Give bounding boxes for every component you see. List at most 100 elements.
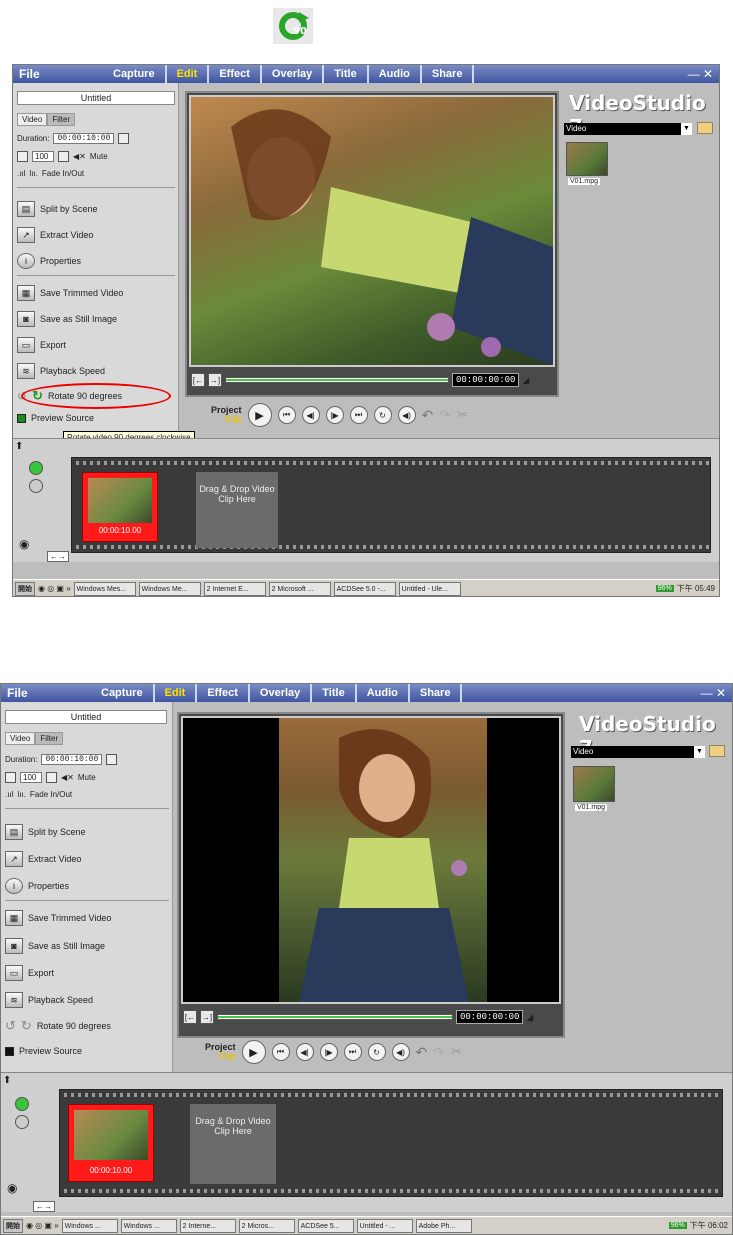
volume-field[interactable]: 100	[20, 772, 42, 783]
quick-launch-icons[interactable]: ◉ ◎ ▣ »	[26, 1221, 59, 1230]
volume-stepper[interactable]	[46, 772, 57, 783]
export-button[interactable]: ▭ Export	[17, 337, 66, 353]
fade-out-icon[interactable]: lıı.	[17, 790, 25, 799]
volume-button[interactable]: ◀)	[397, 406, 416, 424]
taskbar-item[interactable]: Windows ...	[120, 1218, 177, 1233]
taskbar-item[interactable]: Windows Mes...	[73, 581, 136, 596]
battery-indicator[interactable]: 96%	[655, 585, 674, 592]
duration-stepper[interactable]	[118, 133, 130, 144]
duration-field[interactable]: 00:00:10:00	[41, 754, 103, 765]
split-by-scene-button[interactable]: ▤ Split by Scene	[5, 824, 86, 840]
save-as-still-image-button[interactable]: ◙ Save as Still Image	[5, 938, 105, 954]
start-button[interactable]: 開始	[15, 581, 35, 596]
speaker-icon[interactable]	[17, 151, 28, 162]
trim-slider[interactable]	[225, 377, 449, 383]
redo-icon[interactable]: ↷	[433, 1044, 445, 1061]
tab-audio[interactable]: Audio	[369, 65, 422, 83]
timecode-display[interactable]: 00:00:00:00	[452, 373, 520, 387]
timecode-display[interactable]: 00:00:00:00	[456, 1010, 524, 1024]
taskbar-item[interactable]: Untitled - ...	[356, 1218, 413, 1233]
extract-video-button[interactable]: ↗ Extract Video	[5, 851, 81, 867]
battery-indicator[interactable]: 96%	[668, 1222, 687, 1229]
timeline-up-icon[interactable]: ⬆	[3, 1075, 11, 1086]
drop-zone[interactable]: Drag & Drop Video Clip Here	[196, 472, 278, 548]
play-button[interactable]: ▶	[247, 403, 272, 427]
next-frame-button[interactable]: |▶	[319, 1043, 338, 1061]
undo-icon[interactable]: ↶	[416, 1044, 428, 1061]
save-trimmed-video-button[interactable]: ▦ Save Trimmed Video	[17, 285, 123, 301]
preview-source-checkbox[interactable]	[5, 1046, 14, 1056]
tab-video[interactable]: Video	[5, 732, 36, 745]
fade-in-icon[interactable]: .ııl	[17, 169, 25, 178]
drop-zone[interactable]: Drag & Drop Video Clip Here	[190, 1104, 276, 1184]
taskbar-item[interactable]: ACDSee 5.0 -...	[333, 581, 396, 596]
preview-source-checkbox[interactable]	[17, 413, 26, 423]
fade-out-icon[interactable]: lıı.	[29, 169, 37, 178]
rotate-right-icon[interactable]: ↻	[21, 1018, 32, 1034]
mark-in-button[interactable]: [←	[191, 373, 205, 387]
tab-effect[interactable]: Effect	[209, 65, 262, 83]
redo-icon[interactable]: ↷	[439, 407, 451, 424]
tab-video[interactable]: Video	[17, 113, 48, 126]
tab-filter[interactable]: Filter	[35, 732, 64, 745]
duration-stepper[interactable]	[106, 754, 118, 765]
split-by-scene-button[interactable]: ▤ Split by Scene	[17, 201, 98, 217]
window-controls[interactable]: — ✕	[701, 686, 732, 700]
prev-frame-button[interactable]: ◀|	[295, 1043, 314, 1061]
camera-icon[interactable]: ◉	[19, 537, 29, 551]
playback-speed-button[interactable]: ≋ Playback Speed	[5, 992, 93, 1008]
clock[interactable]: 下午 06:02	[690, 1220, 728, 1231]
timeline-up-icon[interactable]: ⬆	[15, 441, 23, 452]
library-thumbnail[interactable]	[573, 766, 615, 802]
repeat-button[interactable]: ↻	[367, 1043, 386, 1061]
expand-icon[interactable]: ◢	[526, 1012, 533, 1023]
repeat-button[interactable]: ↻	[373, 406, 392, 424]
timeline-mode-icon[interactable]	[29, 479, 43, 493]
mark-out-button[interactable]: →]	[200, 1010, 214, 1024]
trim-slider[interactable]	[217, 1014, 453, 1020]
extract-video-button[interactable]: ↗ Extract Video	[17, 227, 93, 243]
folder-icon[interactable]	[697, 122, 713, 134]
scissors-icon[interactable]: ✂	[451, 1044, 462, 1060]
tab-share[interactable]: Share	[410, 684, 463, 702]
tab-edit[interactable]: Edit	[167, 65, 210, 83]
taskbar-item[interactable]: ACDSee 5...	[297, 1218, 354, 1233]
zoom-slider[interactable]: ←→	[33, 1201, 55, 1212]
taskbar-item[interactable]: Windows Me...	[138, 581, 201, 596]
save-as-still-image-button[interactable]: ◙ Save as Still Image	[17, 311, 117, 327]
library-thumbnail[interactable]	[566, 142, 608, 176]
volume-button[interactable]: ◀)	[391, 1043, 410, 1061]
file-menu[interactable]: File	[1, 686, 91, 700]
tab-title[interactable]: Title	[324, 65, 369, 83]
home-button[interactable]: ⏮	[277, 406, 296, 424]
tab-capture[interactable]: Capture	[103, 65, 167, 83]
timeline-mode-icon[interactable]	[15, 1115, 29, 1129]
taskbar-item[interactable]: 2 Internet E...	[203, 581, 266, 596]
project-clip-toggle[interactable]: Project Clip	[205, 1043, 236, 1061]
file-menu[interactable]: File	[13, 67, 103, 81]
timeline-clip[interactable]: 00:00:10.00	[68, 1104, 154, 1182]
window-controls[interactable]: — ✕	[688, 67, 719, 81]
volume-field[interactable]: 100	[32, 151, 54, 162]
mute-icon[interactable]: ◀✕	[61, 773, 74, 782]
folder-icon[interactable]	[709, 745, 725, 757]
tab-overlay[interactable]: Overlay	[250, 684, 313, 702]
properties-button[interactable]: i Properties	[17, 253, 81, 269]
duration-field[interactable]: 00:00:10:00	[53, 133, 115, 144]
camera-icon[interactable]: ◉	[7, 1181, 17, 1195]
export-button[interactable]: ▭ Export	[5, 965, 54, 981]
tab-overlay[interactable]: Overlay	[262, 65, 325, 83]
play-button[interactable]: ▶	[241, 1040, 266, 1064]
storyboard-mode-icon[interactable]	[29, 461, 43, 475]
next-frame-button[interactable]: |▶	[325, 406, 344, 424]
scissors-icon[interactable]: ✂	[457, 407, 468, 423]
mark-out-button[interactable]: →]	[208, 373, 222, 387]
rotate-left-icon[interactable]: ↺	[5, 1018, 16, 1034]
tab-capture[interactable]: Capture	[91, 684, 155, 702]
home-button[interactable]: ⏮	[271, 1043, 290, 1061]
undo-icon[interactable]: ↶	[422, 407, 434, 424]
clock[interactable]: 下午 05:49	[677, 583, 715, 594]
project-title-field[interactable]: Untitled	[5, 710, 167, 724]
tab-share[interactable]: Share	[422, 65, 475, 83]
speaker-icon[interactable]	[5, 772, 16, 783]
